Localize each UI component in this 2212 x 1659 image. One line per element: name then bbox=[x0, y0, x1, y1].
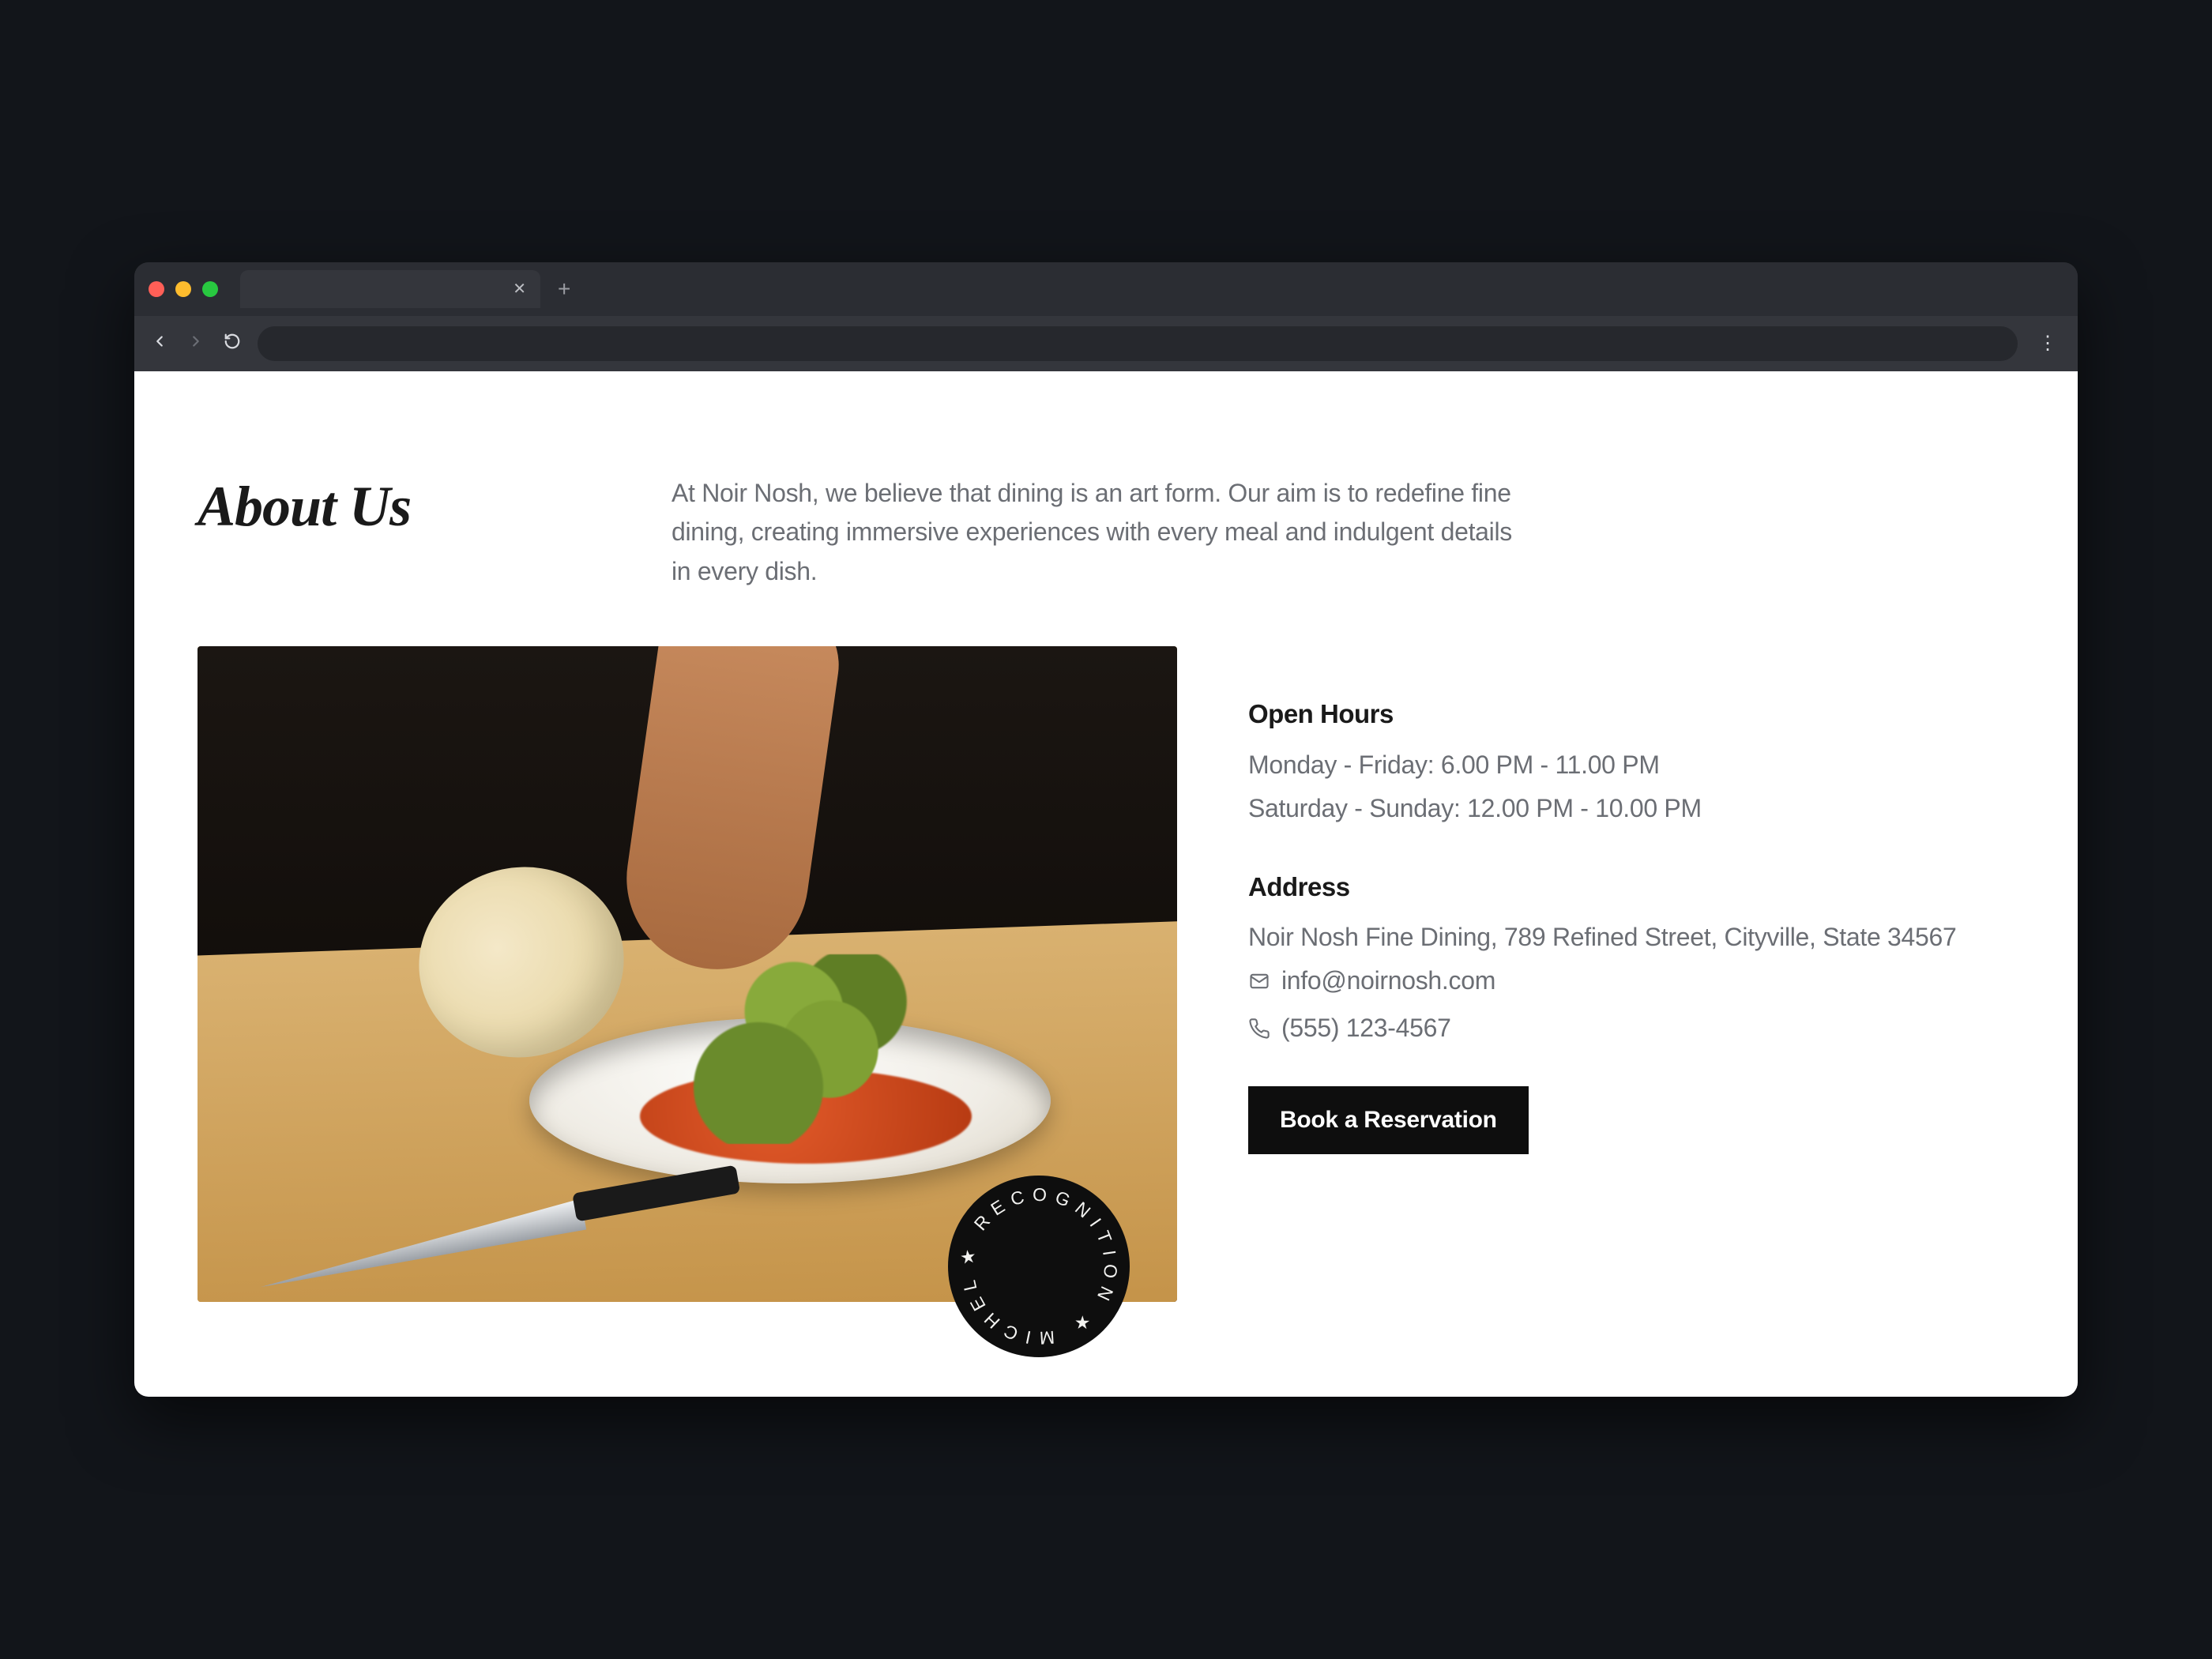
tab-strip: ✕ + bbox=[134, 262, 2078, 316]
address-block: Address Noir Nosh Fine Dining, 789 Refin… bbox=[1248, 867, 2014, 1048]
close-window-button[interactable] bbox=[149, 281, 164, 297]
browser-menu-button[interactable]: ⋮ bbox=[2032, 332, 2063, 355]
browser-toolbar: ⋮ bbox=[134, 316, 2078, 371]
open-hours-heading: Open Hours bbox=[1248, 694, 2014, 734]
about-content: ★ RECOGNITION ★ MICHELIN STAR Open Hours… bbox=[198, 646, 2014, 1302]
back-button[interactable] bbox=[149, 333, 171, 354]
phone-line[interactable]: (555) 123-4567 bbox=[1248, 1009, 2014, 1048]
reload-button[interactable] bbox=[221, 333, 243, 354]
address-line: Noir Nosh Fine Dining, 789 Refined Stree… bbox=[1248, 918, 2014, 957]
page-title: About Us bbox=[198, 474, 577, 540]
page-intro: At Noir Nosh, we believe that dining is … bbox=[672, 474, 1525, 592]
open-hours-block: Open Hours Monday - Friday: 6.00 PM - 11… bbox=[1248, 694, 2014, 828]
hours-weekday: Monday - Friday: 6.00 PM - 11.00 PM bbox=[1248, 746, 2014, 785]
browser-window: ✕ + ⋮ About Us At Noir Nosh, we believe … bbox=[134, 262, 2078, 1398]
page-content: About Us At Noir Nosh, we believe that d… bbox=[134, 371, 2078, 1398]
about-header: About Us At Noir Nosh, we believe that d… bbox=[198, 474, 2014, 592]
browser-tab[interactable]: ✕ bbox=[240, 270, 540, 308]
new-tab-button[interactable]: + bbox=[550, 278, 578, 300]
phone-text: (555) 123-4567 bbox=[1281, 1009, 1451, 1048]
mail-icon bbox=[1248, 970, 1270, 992]
maximize-window-button[interactable] bbox=[202, 281, 218, 297]
close-tab-icon[interactable]: ✕ bbox=[513, 279, 526, 299]
book-reservation-button[interactable]: Book a Reservation bbox=[1248, 1086, 1529, 1154]
michelin-badge: ★ RECOGNITION ★ MICHELIN STAR bbox=[948, 1176, 1130, 1357]
address-heading: Address bbox=[1248, 867, 2014, 907]
minimize-window-button[interactable] bbox=[175, 281, 191, 297]
window-controls bbox=[149, 281, 218, 297]
hours-weekend: Saturday - Sunday: 12.00 PM - 10.00 PM bbox=[1248, 789, 2014, 829]
email-line[interactable]: info@noirnosh.com bbox=[1248, 961, 2014, 1001]
badge-text: ★ RECOGNITION ★ MICHELIN STAR bbox=[948, 1176, 1122, 1349]
email-text: info@noirnosh.com bbox=[1281, 961, 1495, 1001]
hero-image-wrap: ★ RECOGNITION ★ MICHELIN STAR bbox=[198, 646, 1177, 1302]
phone-icon bbox=[1248, 1018, 1270, 1040]
info-column: Open Hours Monday - Friday: 6.00 PM - 11… bbox=[1248, 646, 2014, 1153]
forward-button[interactable] bbox=[185, 333, 207, 354]
address-bar[interactable] bbox=[258, 326, 2018, 361]
badge-text-path: ★ RECOGNITION ★ MICHELIN STAR bbox=[948, 1176, 1122, 1349]
